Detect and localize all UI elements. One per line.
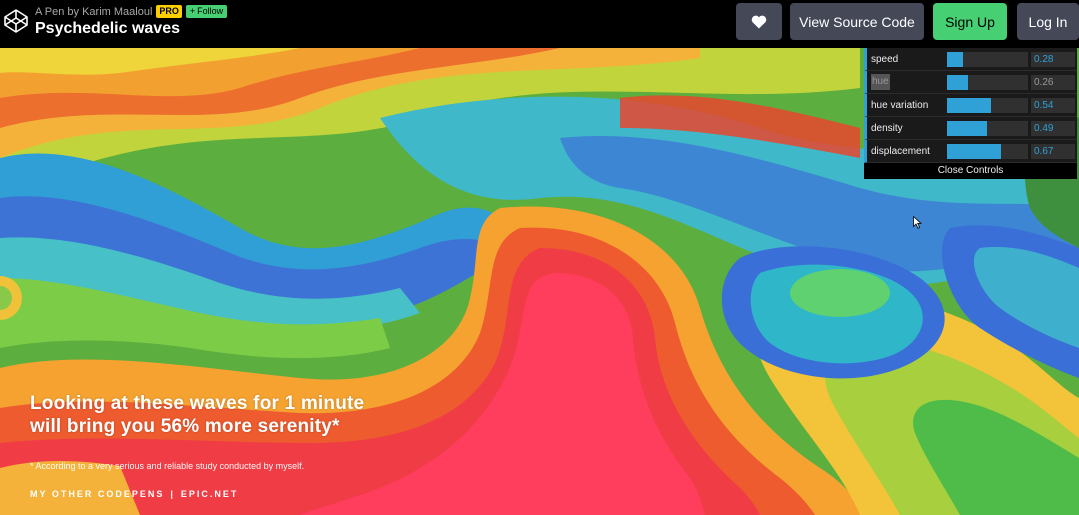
sign-up-button[interactable]: Sign Up bbox=[933, 3, 1007, 40]
codepen-header: A Pen by Karim Maaloul PRO + Follow Psyc… bbox=[0, 0, 1079, 48]
displacement-slider[interactable] bbox=[947, 144, 1028, 159]
density-value-input[interactable]: 0.49 bbox=[1031, 121, 1075, 136]
control-label: displacement bbox=[871, 146, 930, 157]
control-row-hue-variation: hue variation 0.54 bbox=[864, 94, 1077, 117]
my-other-codepens-link[interactable]: MY OTHER CODEPENS bbox=[30, 489, 164, 499]
hue-variation-value-input[interactable]: 0.54 bbox=[1031, 98, 1075, 113]
slider-fill bbox=[947, 52, 964, 67]
slider-fill bbox=[947, 121, 987, 136]
speed-value-input[interactable]: 0.28 bbox=[1031, 52, 1075, 67]
view-source-button[interactable]: View Source Code bbox=[790, 3, 924, 40]
speed-slider[interactable] bbox=[947, 52, 1028, 67]
hue-value-input[interactable]: 0.26 bbox=[1031, 75, 1075, 90]
control-row-displacement: displacement 0.67 bbox=[864, 140, 1077, 163]
slider-fill bbox=[947, 144, 1002, 159]
heart-button[interactable] bbox=[736, 3, 782, 40]
close-controls-button[interactable]: Close Controls bbox=[864, 163, 1077, 179]
control-label: speed bbox=[871, 54, 899, 65]
link-separator: | bbox=[170, 489, 175, 499]
control-label: hue variation bbox=[871, 100, 929, 111]
mouse-cursor-icon bbox=[913, 216, 922, 229]
hue-slider[interactable] bbox=[947, 75, 1028, 90]
control-row-hue: hue 0.26 bbox=[864, 71, 1077, 94]
control-label: density bbox=[871, 123, 903, 134]
footer-links: MY OTHER CODEPENS | EPIC.NET bbox=[30, 489, 238, 499]
pen-byline: A Pen by Karim Maaloul PRO + Follow bbox=[35, 5, 228, 18]
slider-fill bbox=[947, 98, 991, 113]
headline-line-1: Looking at these waves for 1 minute bbox=[30, 393, 365, 414]
plus-icon: + bbox=[189, 6, 196, 16]
codepen-logo-icon[interactable] bbox=[3, 8, 29, 34]
headline-line-2: will bring you 56% more serenity* bbox=[30, 416, 340, 437]
heart-icon bbox=[751, 15, 767, 28]
follow-button[interactable]: + Follow bbox=[185, 5, 228, 18]
hue-variation-slider[interactable] bbox=[947, 98, 1028, 113]
control-row-speed: speed 0.28 bbox=[864, 48, 1077, 71]
pen-title: Psychedelic waves bbox=[35, 20, 180, 37]
author-link[interactable]: A Pen by Karim Maaloul bbox=[35, 6, 152, 18]
controls-panel: speed 0.28 hue 0.26 hue variation 0.54 d… bbox=[864, 48, 1077, 179]
log-in-button[interactable]: Log In bbox=[1017, 3, 1079, 40]
control-label: hue bbox=[871, 74, 890, 90]
epic-net-link[interactable]: EPIC.NET bbox=[181, 489, 239, 499]
headline: Looking at these waves for 1 minute will… bbox=[30, 392, 364, 438]
footnote: * According to a very serious and reliab… bbox=[30, 461, 305, 471]
slider-fill bbox=[947, 75, 969, 90]
follow-label: Follow bbox=[197, 6, 224, 16]
displacement-value-input[interactable]: 0.67 bbox=[1031, 144, 1075, 159]
control-row-density: density 0.49 bbox=[864, 117, 1077, 140]
pro-badge: PRO bbox=[156, 5, 182, 18]
density-slider[interactable] bbox=[947, 121, 1028, 136]
